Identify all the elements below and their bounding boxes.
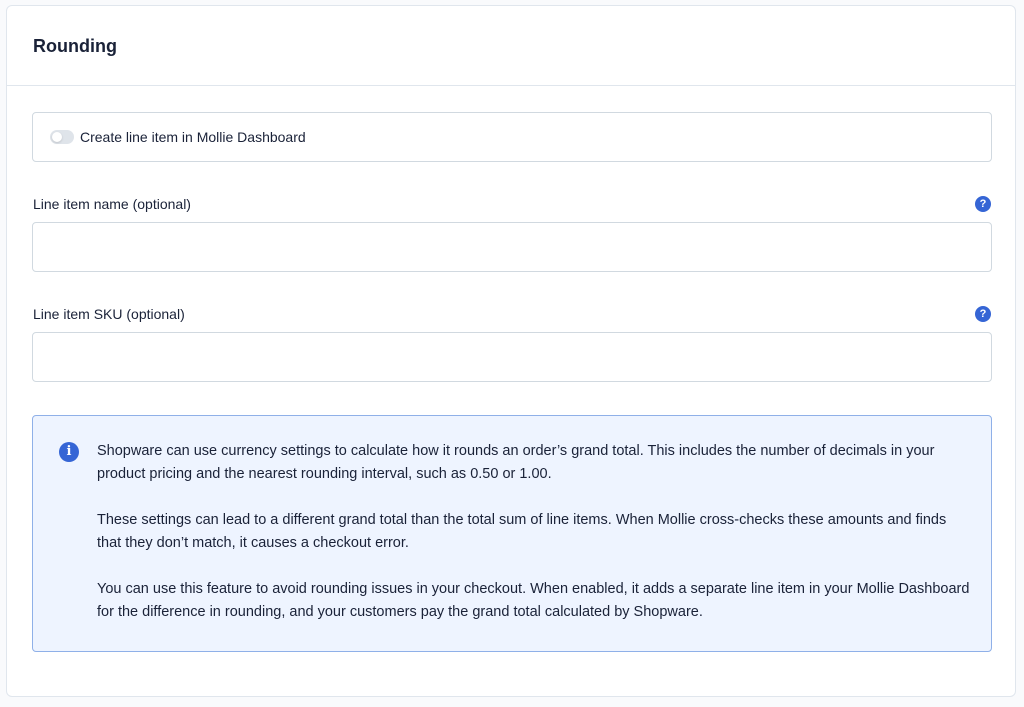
rounding-card: Rounding Create line item in Mollie Dash… <box>6 5 1016 697</box>
info-icon: i <box>59 442 79 462</box>
line-item-sku-label: Line item SKU (optional) <box>33 306 185 322</box>
line-item-sku-help-icon[interactable]: ? <box>975 306 991 322</box>
line-item-name-input[interactable] <box>32 222 992 272</box>
line-item-name-help-icon[interactable]: ? <box>975 196 991 212</box>
line-item-name-label: Line item name (optional) <box>33 196 191 212</box>
info-paragraph: These settings can lead to a different g… <box>97 512 947 551</box>
info-paragraph: Shopware can use currency settings to ca… <box>97 443 935 482</box>
info-text: Shopware can use currency settings to ca… <box>97 440 971 624</box>
create-line-item-label[interactable]: Create line item in Mollie Dashboard <box>80 129 306 145</box>
card-header: Rounding <box>7 6 1015 86</box>
create-line-item-switch[interactable] <box>50 130 74 144</box>
line-item-sku-input[interactable] <box>32 332 992 382</box>
card-title: Rounding <box>33 36 117 56</box>
info-paragraph: You can use this feature to avoid roundi… <box>97 581 970 620</box>
create-line-item-toggle-field: Create line item in Mollie Dashboard <box>32 112 992 162</box>
rounding-info-alert: i Shopware can use currency settings to … <box>32 415 992 652</box>
